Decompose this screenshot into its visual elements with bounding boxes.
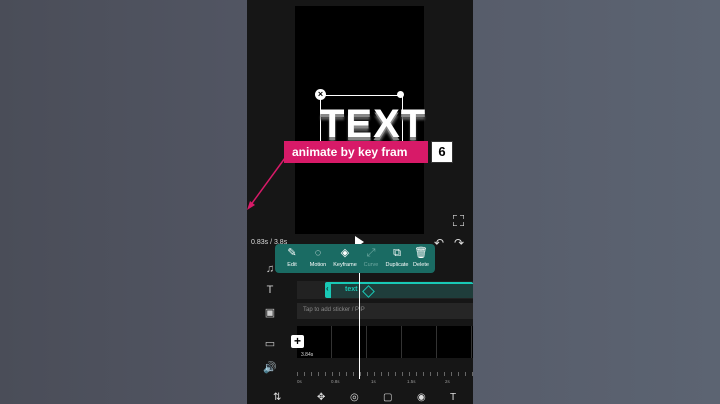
- text-tool-icon[interactable]: T: [450, 392, 456, 403]
- tool-label: Curve: [363, 262, 379, 268]
- undo-icon[interactable]: ↶: [434, 236, 444, 250]
- tutorial-callout: animate by key fram: [284, 141, 428, 163]
- playhead[interactable]: [359, 259, 360, 379]
- clip-body: text: [331, 283, 473, 298]
- add-sticker-icon[interactable]: ▣: [263, 306, 277, 319]
- rotate-handle[interactable]: [397, 91, 404, 98]
- motion-button[interactable]: ◌ Motion: [305, 247, 331, 268]
- keyframe-button[interactable]: ◈ Keyframe: [332, 247, 358, 268]
- tool-label: Edit: [287, 262, 297, 268]
- tool-label: Keyframe: [333, 262, 357, 268]
- duplicate-button[interactable]: ⧉ Duplicate: [384, 247, 410, 268]
- fullscreen-icon[interactable]: [453, 215, 464, 226]
- sticker-placeholder: Tap to add sticker / PIP: [303, 307, 365, 313]
- clip-label: text: [345, 286, 358, 293]
- ruler-label: 0s: [297, 379, 302, 384]
- add-text-icon[interactable]: T: [263, 284, 277, 296]
- sticker-track[interactable]: Tap to add sticker / PIP: [297, 303, 473, 319]
- keyframe-diamond-icon[interactable]: [362, 285, 375, 298]
- tool-label: Delete: [413, 262, 429, 268]
- add-clip-button[interactable]: +: [291, 335, 304, 348]
- callout-text: animate by key fram: [292, 145, 408, 159]
- ruler-ticks: [297, 372, 473, 376]
- delete-icon: 🗑: [414, 247, 428, 259]
- bottom-toolbar: ⇅ ✥ ◎ ▢ ◉ T: [247, 392, 473, 404]
- volume-icon[interactable]: 🔊: [263, 361, 277, 374]
- tool-label: Motion: [309, 262, 327, 268]
- phone-screen: TEXT × 0.83s / 3.8s ↶ ↷ ♫ T ▣ ▭ 🔊 ‹ text…: [247, 0, 473, 404]
- text-clip[interactable]: ‹ text: [325, 282, 473, 298]
- duplicate-icon: ⧉: [393, 247, 401, 259]
- tool-label: Duplicate: [385, 262, 409, 268]
- curve-button[interactable]: ⤢ Curve: [358, 247, 384, 268]
- add-overlay-icon[interactable]: ▭: [263, 337, 277, 350]
- step-number: 6: [438, 144, 446, 159]
- ruler-label: 1.5s: [407, 379, 416, 384]
- motion-icon: ◌: [314, 247, 322, 259]
- ruler-label: 2s: [445, 379, 450, 384]
- step-badge: 6: [431, 141, 453, 163]
- chevron-left-icon[interactable]: ‹: [326, 284, 329, 293]
- edit-button[interactable]: ✎ Edit: [279, 247, 305, 268]
- clip-toolbar: ✎ Edit ◌ Motion ◈ Keyframe ⤢ Curve ⧉ Dup…: [275, 244, 435, 273]
- redo-icon[interactable]: ↷: [454, 236, 464, 250]
- ruler-label: 0.8s: [331, 379, 340, 384]
- ruler-label: 1s: [371, 379, 376, 384]
- filter-icon[interactable]: ◎: [350, 392, 359, 403]
- video-strip[interactable]: [297, 326, 473, 358]
- delete-button[interactable]: 🗑 Delete: [408, 247, 434, 268]
- strip-duration: 3.84s: [301, 352, 314, 358]
- curve-icon: ⤢: [366, 247, 376, 259]
- mask-icon[interactable]: ◉: [417, 392, 426, 403]
- edit-icon: ✎: [287, 247, 297, 259]
- move-icon[interactable]: ✥: [317, 392, 325, 403]
- sort-icon[interactable]: ⇅: [273, 392, 281, 403]
- time-ruler: 0s 0.8s 1s 1.5s 2s: [297, 372, 473, 386]
- layer-icon[interactable]: ▢: [383, 392, 392, 403]
- close-icon[interactable]: ×: [315, 89, 326, 100]
- keyframe-icon: ◈: [340, 247, 350, 259]
